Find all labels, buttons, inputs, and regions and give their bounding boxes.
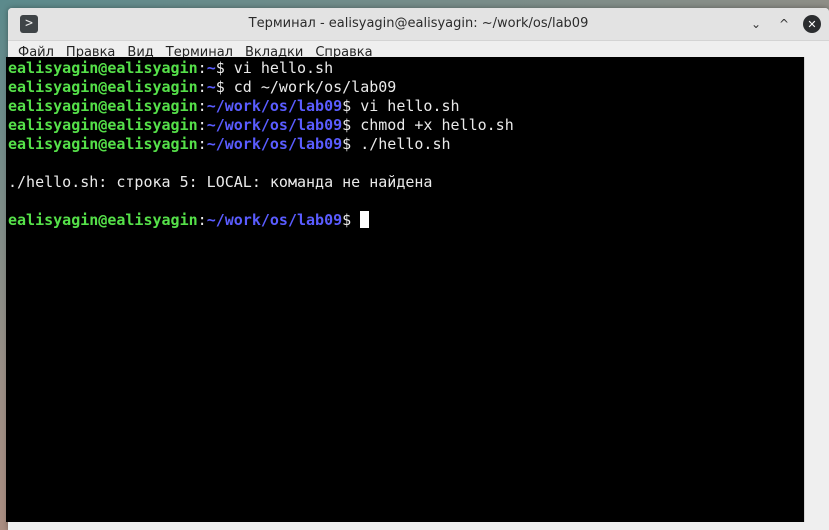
prompt-user: ealisyagin@ealisyagin — [8, 116, 198, 134]
prompt-user: ealisyagin@ealisyagin — [8, 135, 198, 153]
command-text: ./hello.sh — [360, 135, 451, 153]
terminal-line: ealisyagin@ealisyagin:~/work/os/lab09$ c… — [8, 116, 804, 135]
prompt-path: ~ — [206, 59, 216, 77]
prompt-separator: : — [197, 135, 207, 153]
prompt-user: ealisyagin@ealisyagin — [8, 59, 198, 77]
prompt-separator: : — [197, 97, 207, 115]
command-text: cd ~/work/os/lab09 — [233, 78, 397, 96]
close-button[interactable]: ✕ — [803, 15, 821, 33]
command-text: vi hello.sh — [360, 97, 460, 115]
prompt-path: ~/work/os/lab09 — [206, 116, 343, 134]
current-prompt-line: ealisyagin@ealisyagin:~/work/os/lab09$ — [8, 211, 804, 230]
prompt-separator: : — [197, 116, 207, 134]
terminal-line: ealisyagin@ealisyagin:~/work/os/lab09$ v… — [8, 97, 804, 116]
prompt-user: ealisyagin@ealisyagin — [8, 97, 198, 115]
prompt-symbol: $ — [342, 116, 361, 134]
minimize-button[interactable]: ⌄ — [747, 15, 765, 33]
prompt-separator: : — [197, 211, 207, 229]
window-controls: ⌄ ^ ✕ — [747, 8, 821, 40]
text-cursor — [360, 211, 370, 228]
prompt-user: ealisyagin@ealisyagin — [8, 211, 198, 229]
command-text: chmod +x hello.sh — [360, 116, 514, 134]
prompt-symbol: $ — [342, 211, 361, 229]
terminal-output[interactable]: ealisyagin@ealisyagin:~$ vi hello.sh eal… — [6, 57, 804, 522]
prompt-path: ~ — [206, 78, 216, 96]
window-title: Терминал - ealisyagin@ealisyagin: ~/work… — [248, 16, 589, 31]
prompt-path: ~/work/os/lab09 — [206, 97, 343, 115]
prompt-symbol: $ — [342, 135, 361, 153]
error-text: ./hello.sh: строка 5: LOCAL: команда не … — [8, 173, 433, 191]
prompt-symbol: $ — [215, 78, 234, 96]
prompt-path: ~/work/os/lab09 — [206, 211, 343, 229]
prompt-separator: : — [197, 78, 207, 96]
command-text: vi hello.sh — [233, 59, 334, 77]
prompt-symbol: $ — [215, 59, 234, 77]
prompt-separator: : — [197, 59, 207, 77]
terminal-line: ealisyagin@ealisyagin:~$ cd ~/work/os/la… — [8, 78, 804, 97]
prompt-user: ealisyagin@ealisyagin — [8, 78, 198, 96]
terminal-line: ealisyagin@ealisyagin:~$ vi hello.sh — [8, 59, 804, 78]
prompt-path: ~/work/os/lab09 — [206, 135, 343, 153]
terminal-scrollbar[interactable] — [804, 57, 822, 522]
terminal-line: ealisyagin@ealisyagin:~/work/os/lab09$ .… — [8, 135, 804, 154]
title-bar[interactable]: > Терминал - ealisyagin@ealisyagin: ~/wo… — [8, 8, 829, 41]
error-output: ./hello.sh: строка 5: LOCAL: команда не … — [8, 173, 804, 192]
maximize-button[interactable]: ^ — [775, 15, 793, 33]
prompt-symbol: $ — [342, 97, 361, 115]
